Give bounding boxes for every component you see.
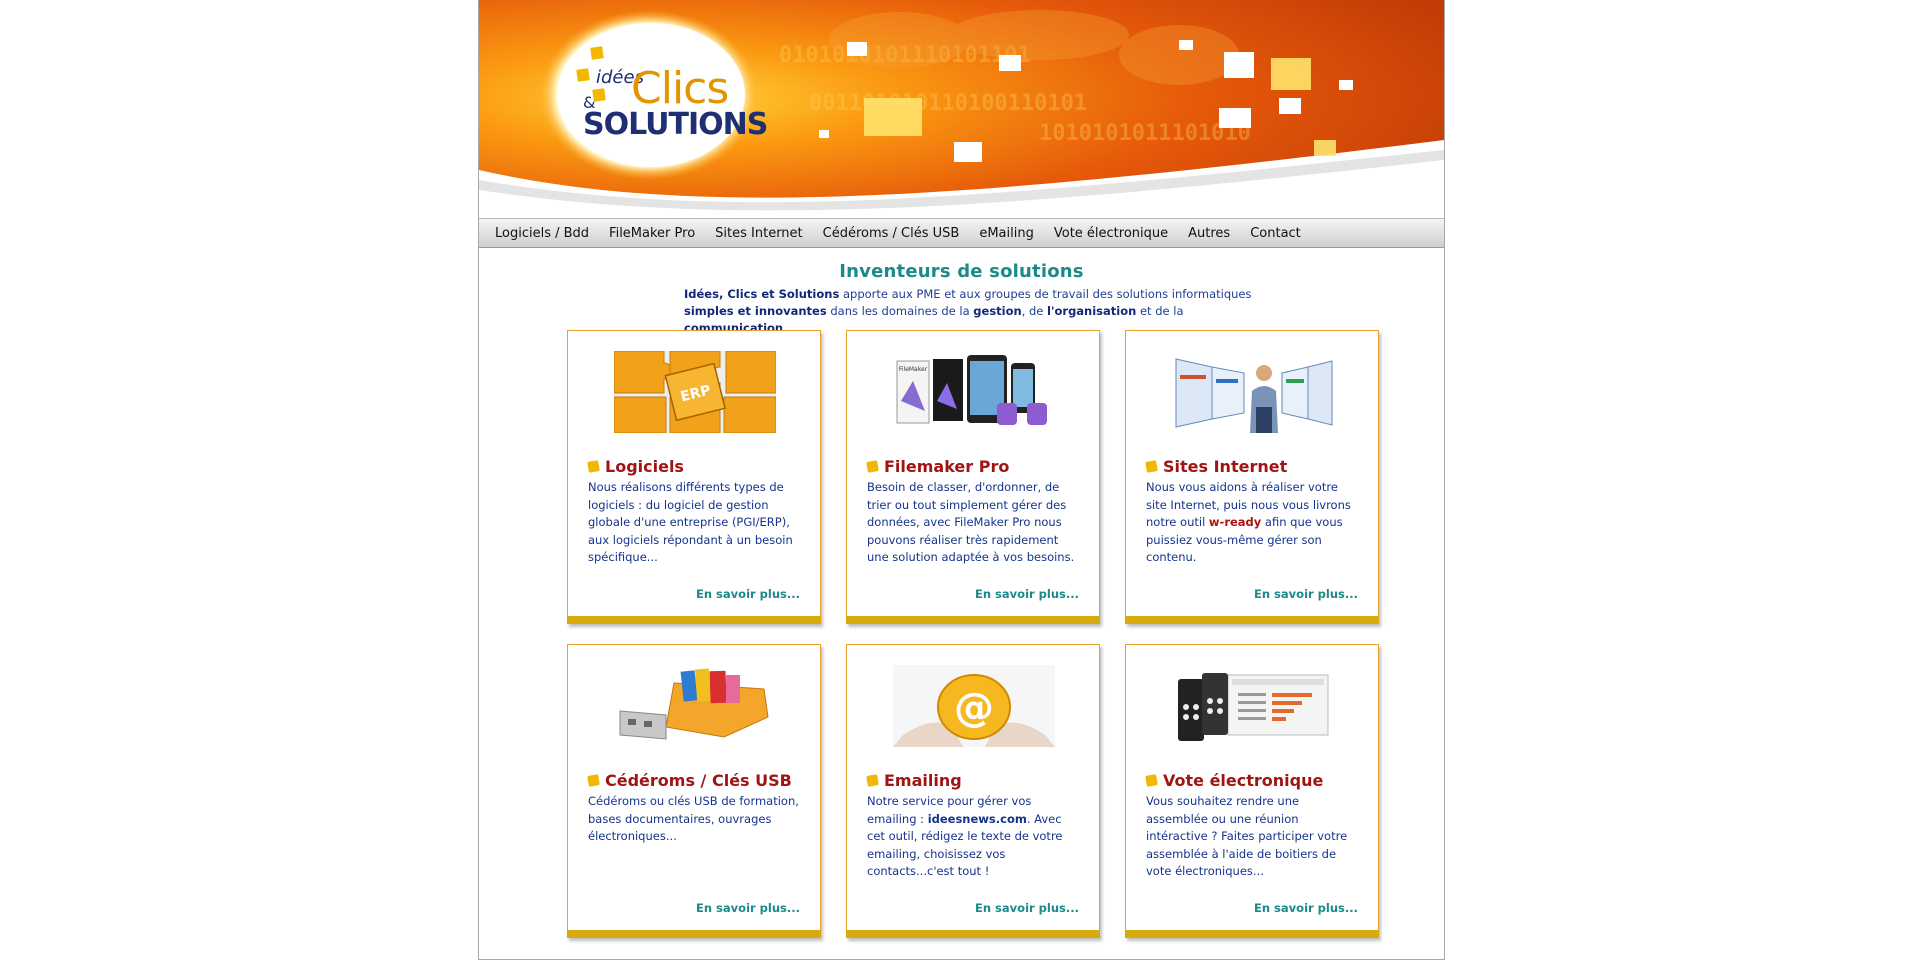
read-more-link[interactable]: En savoir plus...	[696, 587, 800, 601]
usb-key-image	[614, 665, 776, 747]
card-title-text: Logiciels	[605, 457, 684, 476]
svg-text:001101010110100110101: 001101010110100110101	[809, 91, 1087, 116]
card-sites-internet: Sites Internet Nous vous aidons à réalis…	[1125, 330, 1379, 624]
card-logiciels: ERP Logiciels Nous réalisons différents …	[567, 330, 821, 624]
bullet-icon	[587, 774, 600, 787]
page-title: Inventeurs de solutions	[839, 261, 1084, 282]
read-more-link[interactable]: En savoir plus...	[696, 901, 800, 915]
bullet-icon	[866, 774, 879, 787]
bullet-icon	[1145, 460, 1158, 473]
nav-item-cederoms[interactable]: Cédéroms / Clés USB	[813, 226, 970, 241]
card-title: Cédéroms / Clés USB	[587, 771, 792, 790]
erp-puzzle-image: ERP	[614, 351, 776, 433]
logo-square-icon	[576, 68, 590, 82]
card-title-text: Sites Internet	[1163, 457, 1288, 476]
at-symbol: @	[954, 685, 994, 731]
logo-square-icon	[590, 46, 604, 60]
card-filemaker: FileMaker Filemaker Pro Besoin de classe…	[846, 330, 1100, 624]
bullet-icon	[587, 460, 600, 473]
card-cederoms: Cédéroms / Clés USB Cédéroms ou clés USB…	[567, 644, 821, 938]
bullet-icon	[866, 460, 879, 473]
card-title-text: Filemaker Pro	[884, 457, 1010, 476]
card-title-text: Cédéroms / Clés USB	[605, 771, 792, 790]
nav-item-vote[interactable]: Vote électronique	[1044, 226, 1178, 241]
card-title-text: Emailing	[884, 771, 962, 790]
nav-item-contact[interactable]: Contact	[1240, 226, 1311, 241]
card-title: Vote électronique	[1145, 771, 1324, 790]
w-ready-highlight: w-ready	[1208, 515, 1262, 530]
page-container: 0101010101110101101 00110101011010011010…	[478, 0, 1445, 960]
card-text: Cédéroms ou clés USB de formation, bases…	[588, 794, 799, 844]
nav-item-autres[interactable]: Autres	[1178, 226, 1240, 241]
card-title: Logiciels	[587, 457, 684, 476]
filemaker-devices-image: FileMaker	[893, 351, 1055, 433]
card-text: Nous réalisons différents types de logic…	[588, 480, 793, 565]
nav-item-logiciels[interactable]: Logiciels / Bdd	[485, 226, 599, 241]
ideesnews-link[interactable]: ideesnews.com	[928, 812, 1027, 826]
intro-text-c: et de la	[1136, 304, 1184, 318]
websites-man-image	[1172, 351, 1334, 433]
read-more-link[interactable]: En savoir plus...	[1254, 901, 1358, 915]
card-title: Filemaker Pro	[866, 457, 1010, 476]
card-title-text: Vote électronique	[1163, 771, 1324, 790]
intro-text-a: dans les domaines de la	[826, 304, 974, 318]
intro-text-b: , de	[1021, 304, 1048, 318]
intro-line-1: Idées, Clics et Solutions apporte aux PM…	[684, 286, 1284, 303]
card-text: Vous souhaitez rendre une assemblée ou u…	[1146, 794, 1348, 879]
card-text: Besoin de classer, d'ordonner, de trier …	[867, 480, 1075, 565]
read-more-link[interactable]: En savoir plus...	[975, 587, 1079, 601]
header-banner: 0101010101110101101 00110101011010011010…	[479, 0, 1444, 218]
intro-organisation: l'organisation	[1047, 304, 1137, 318]
voting-keypads-image	[1172, 665, 1334, 747]
email-at-image: @	[893, 665, 1055, 747]
bullet-icon	[1145, 774, 1158, 787]
card-emailing: @ Emailing Notre service pour gérer vos …	[846, 644, 1100, 938]
intro-gestion: gestion	[973, 304, 1022, 318]
card-title: Emailing	[866, 771, 962, 790]
read-more-link[interactable]: En savoir plus...	[975, 901, 1079, 915]
nav-item-filemaker[interactable]: FileMaker Pro	[599, 226, 705, 241]
card-text: Nous vous aidons à réaliser votre site I…	[1146, 479, 1362, 567]
intro-company-name: Idées, Clics et Solutions	[684, 287, 840, 301]
read-more-link[interactable]: En savoir plus...	[1254, 587, 1358, 601]
filemaker-box-label: FileMaker	[899, 366, 928, 373]
nav-item-emailing[interactable]: eMailing	[969, 226, 1044, 241]
nav-item-sites-internet[interactable]: Sites Internet	[705, 226, 812, 241]
intro-line-1-text: apporte aux PME et aux groupes de travai…	[839, 287, 1252, 301]
main-nav: Logiciels / Bdd FileMaker Pro Sites Inte…	[479, 218, 1444, 248]
site-logo[interactable]: idées & Clics SOLUTIONS	[569, 45, 769, 145]
logo-solutions: SOLUTIONS	[583, 107, 768, 142]
intro-strong: simples et innovantes	[684, 304, 827, 318]
card-vote: Vote électronique Vous souhaitez rendre …	[1125, 644, 1379, 938]
card-title: Sites Internet	[1145, 457, 1288, 476]
card-text: Notre service pour gérer vos emailing : …	[867, 793, 1083, 881]
